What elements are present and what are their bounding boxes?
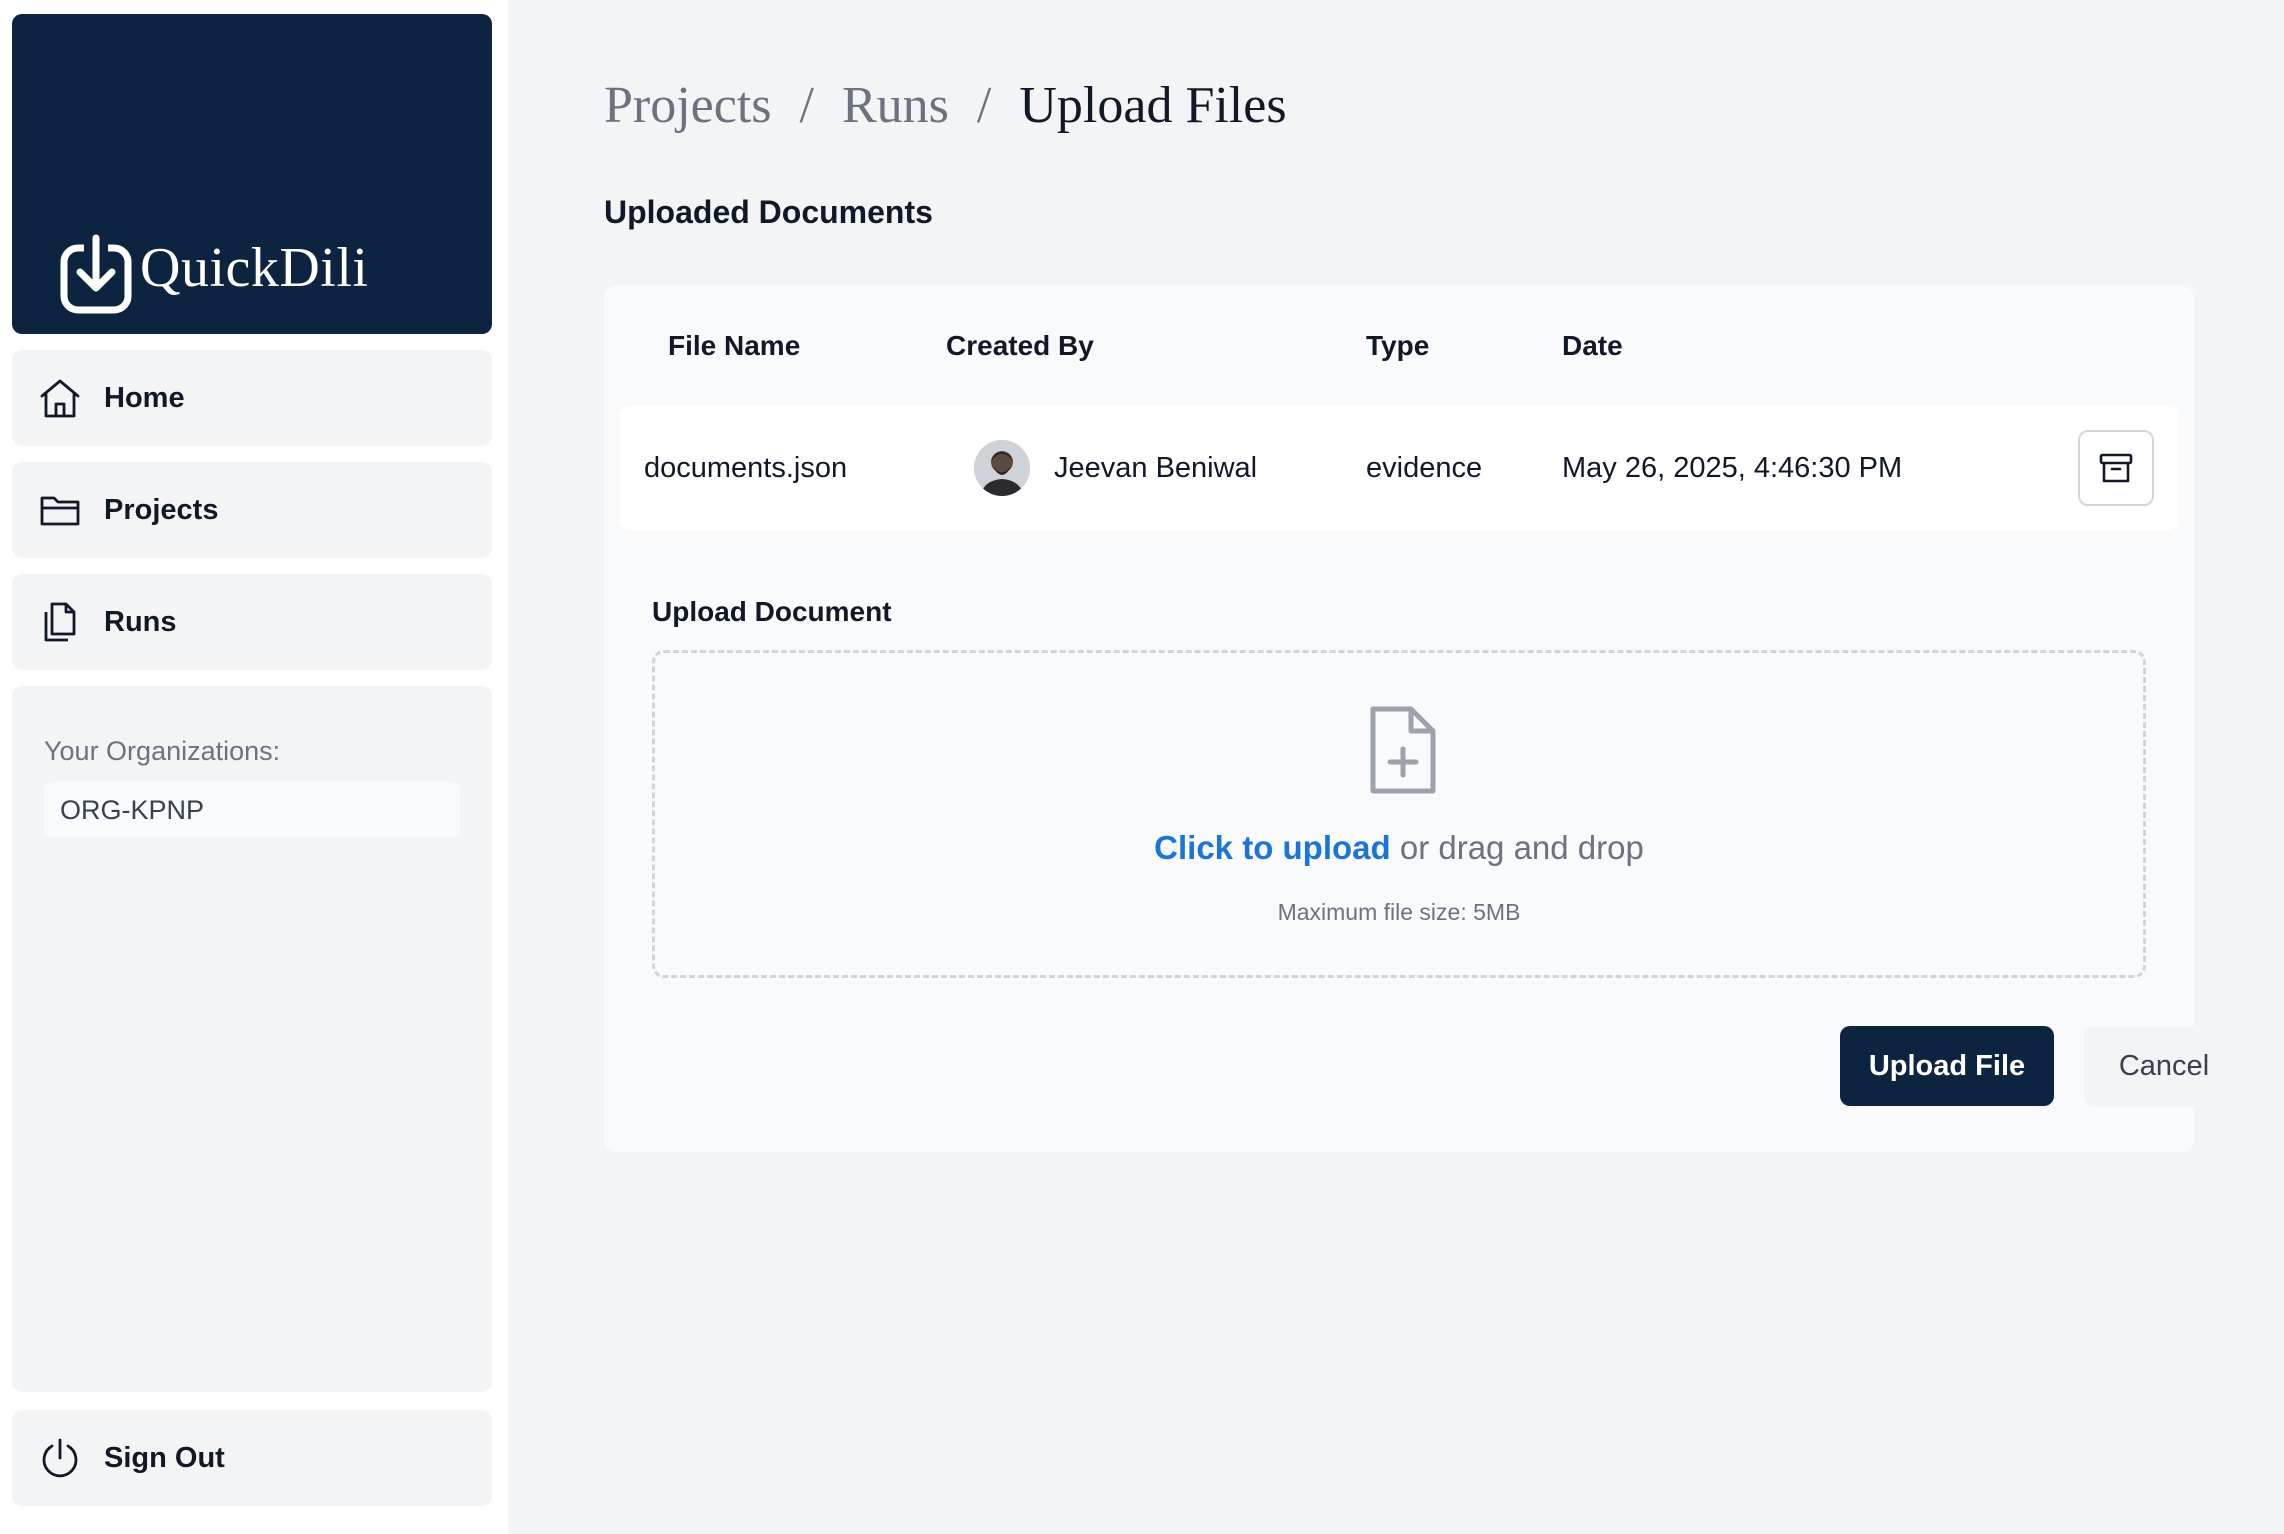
breadcrumb-separator: / — [976, 77, 992, 134]
column-header-type: Type — [1366, 330, 1430, 361]
table-row[interactable]: documents.json Jeevan Beniwal evidence M… — [620, 406, 2178, 530]
breadcrumb-separator: / — [799, 77, 814, 134]
download-box-icon — [60, 234, 132, 314]
file-dropzone[interactable]: Click to upload or drag and drop Maximum… — [652, 650, 2146, 978]
brand-logo-card[interactable]: QuickDili — [12, 14, 492, 334]
max-file-size-note: Maximum file size: 5MB — [1277, 899, 1521, 925]
sidebar-item-label: Projects — [104, 493, 219, 526]
file-plus-icon — [1370, 706, 1436, 794]
documents-table: File Name Created By Type Date documents… — [604, 286, 2244, 1152]
breadcrumb-projects[interactable]: Projects — [604, 76, 772, 135]
sidebar-item-runs[interactable]: Runs — [12, 574, 492, 670]
sidebar: QuickDili Home Projects Runs Your Organi… — [0, 0, 508, 1534]
upload-document-label: Upload Document — [652, 596, 892, 627]
breadcrumb-current: Upload Files — [1019, 77, 1287, 134]
sidebar-item-projects[interactable]: Projects — [12, 462, 492, 558]
column-header-created-by: Created By — [946, 330, 1094, 361]
organization-item[interactable]: ORG-KPNP — [44, 782, 460, 838]
sidebar-item-label: Runs — [104, 605, 177, 638]
sidebar-item-home[interactable]: Home — [12, 350, 492, 446]
column-header-date: Date — [1562, 330, 1623, 361]
breadcrumb-runs[interactable]: Runs — [842, 76, 949, 135]
dropzone-instructions: Click to upload or drag and drop — [655, 829, 2143, 867]
date-cell: May 26, 2025, 4:46:30 PM — [1562, 451, 1903, 484]
avatar — [974, 440, 1030, 496]
main-content: Projects / Runs / Upload Files Uploaded … — [508, 0, 2284, 1534]
folder-icon — [36, 486, 84, 534]
sidebar-item-label: Home — [104, 381, 185, 414]
upload-file-button[interactable]: Upload File — [1840, 1026, 2054, 1106]
files-icon — [36, 598, 84, 646]
created-by-cell: Jeevan Beniwal — [974, 406, 1257, 530]
drag-drop-text: or drag and drop — [1390, 829, 1644, 866]
power-icon — [36, 1434, 84, 1482]
organizations-panel: Your Organizations: ORG-KPNP — [12, 686, 492, 1392]
archive-icon — [2099, 453, 2133, 483]
click-to-upload-link[interactable]: Click to upload — [1154, 829, 1391, 866]
brand-name: QuickDili — [140, 237, 369, 299]
home-icon — [36, 374, 84, 422]
column-header-file-name: File Name — [668, 330, 801, 361]
archive-button[interactable] — [2078, 430, 2154, 506]
breadcrumb: Projects / Runs / Upload Files — [604, 76, 1287, 135]
type-cell: evidence — [1366, 451, 1483, 484]
organizations-label: Your Organizations: — [44, 736, 281, 766]
sign-out-label: Sign Out — [104, 1441, 225, 1474]
sign-out-button[interactable]: Sign Out — [12, 1410, 492, 1506]
cancel-button[interactable]: Cancel — [2084, 1026, 2244, 1106]
file-name-cell: documents.json — [644, 451, 848, 484]
creator-name: Jeevan Beniwal — [1054, 451, 1258, 484]
section-title: Uploaded Documents — [604, 194, 933, 230]
